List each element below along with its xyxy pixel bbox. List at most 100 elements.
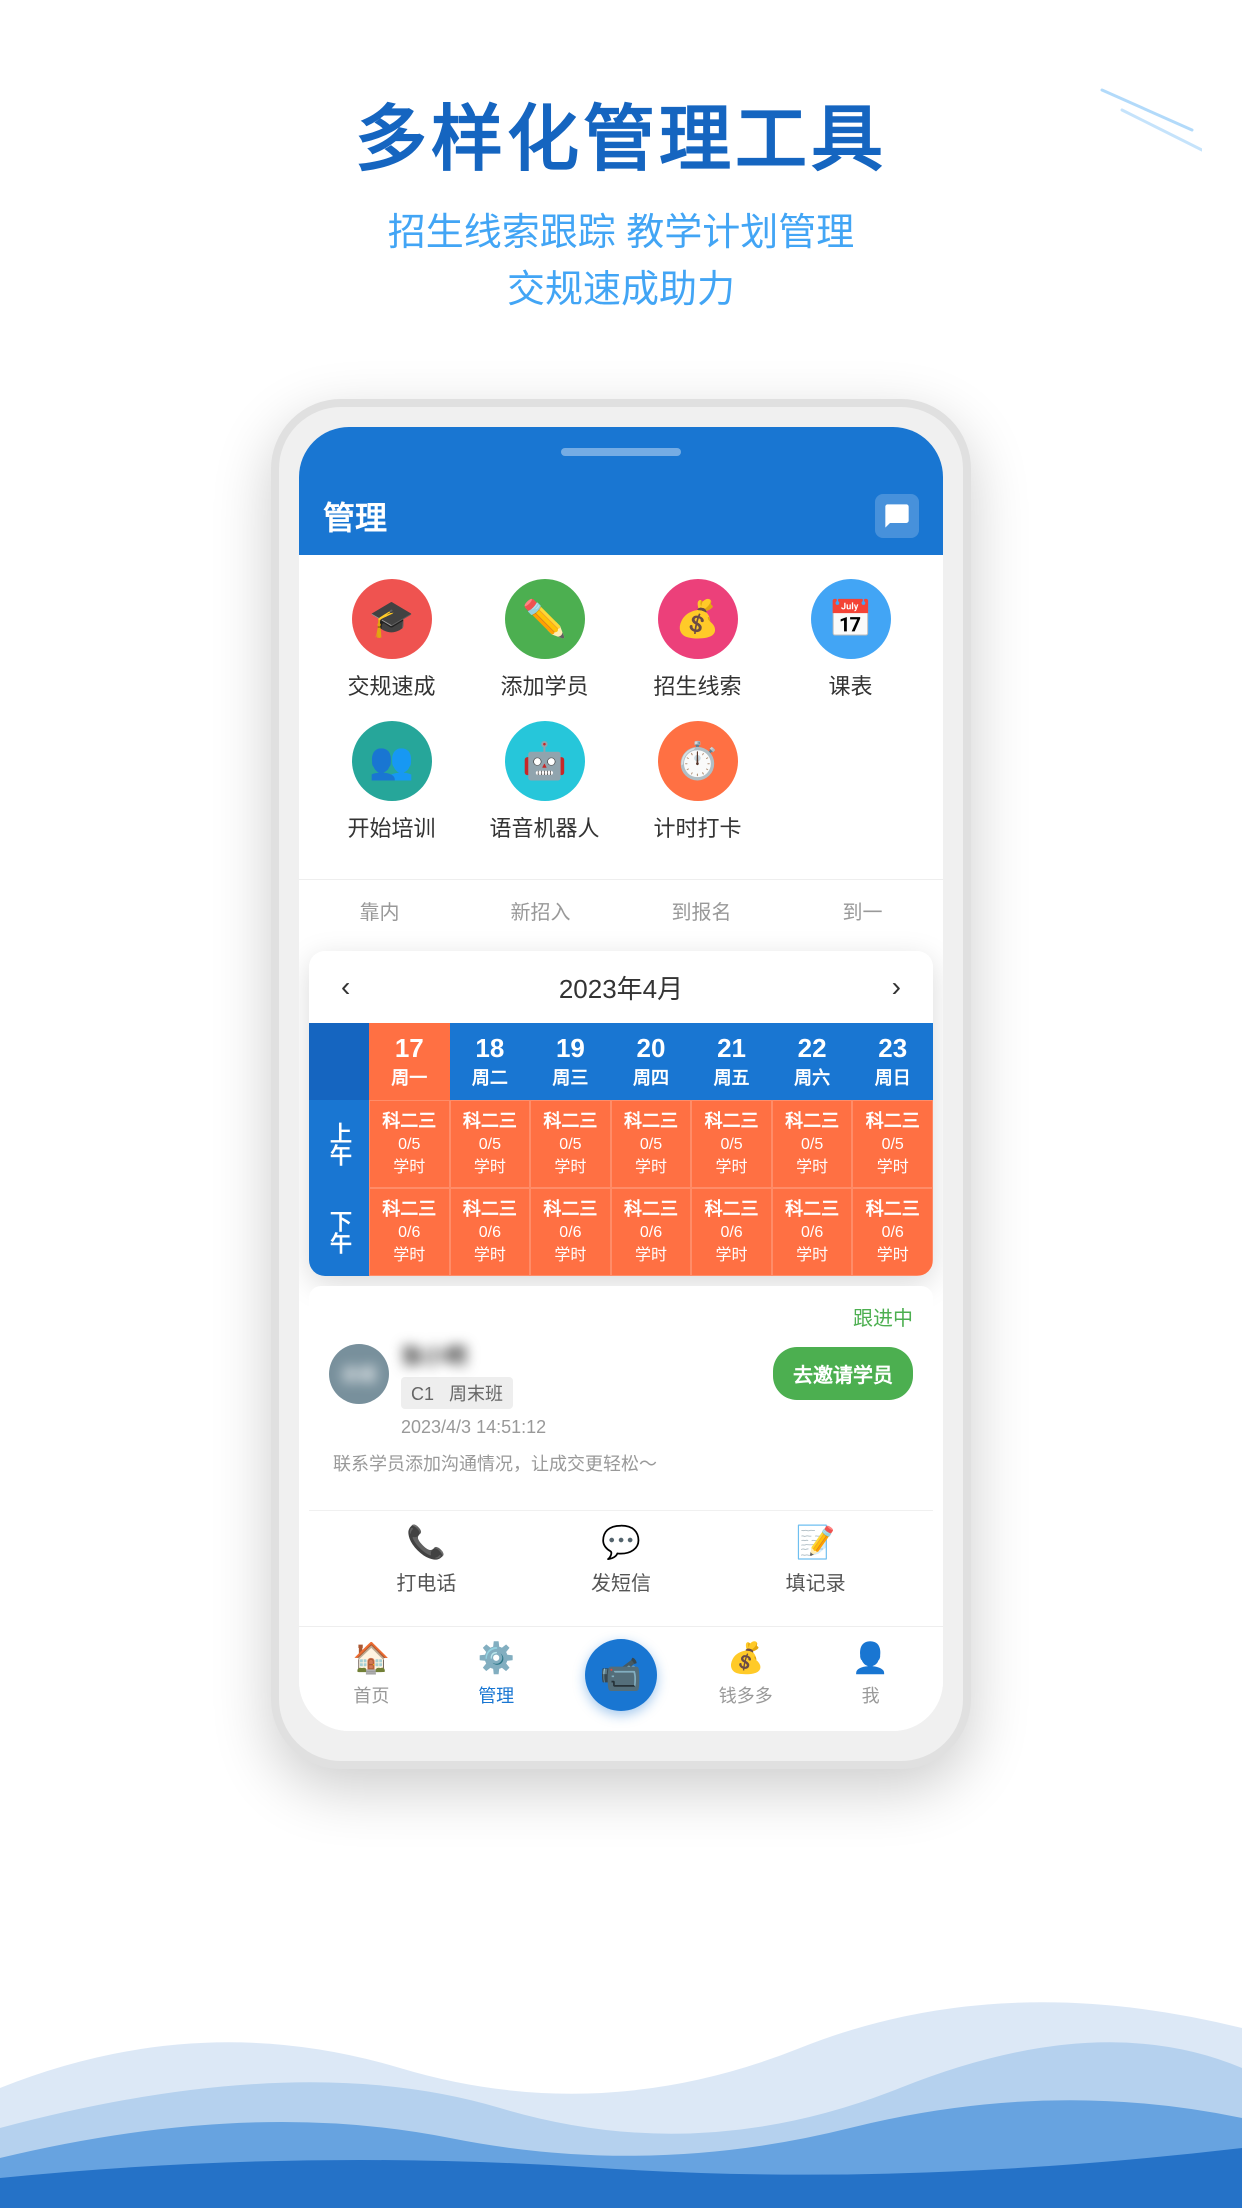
- nav-qianduoduo[interactable]: 💰 钱多多: [683, 1641, 808, 1708]
- tab-daobaoming[interactable]: 到报名: [621, 888, 782, 933]
- cal-cell-pm-sat[interactable]: 科二三0/6学时: [772, 1188, 853, 1276]
- cal-cell-am-tue[interactable]: 科二三0/5学时: [450, 1100, 531, 1188]
- message-icon: [883, 502, 911, 530]
- morning-label: 上午: [309, 1100, 369, 1188]
- calendar-header-row: 17 周一 18 周二 19 周三 20 周四: [309, 1023, 933, 1100]
- app-header-title: 管理: [323, 493, 387, 539]
- action-label-recruit: 招生线索: [653, 669, 741, 701]
- action-schedule[interactable]: 📅 课表: [791, 579, 911, 701]
- person-icon: 👤: [852, 1641, 889, 1676]
- phone-icon: 📞: [406, 1523, 446, 1561]
- cal-col-21: 21 周五: [691, 1023, 772, 1100]
- camera-button[interactable]: 📹: [585, 1639, 657, 1711]
- message-icon: 💬: [601, 1523, 641, 1561]
- nav-qianduoduo-label: 钱多多: [719, 1682, 773, 1708]
- calendar-grid: 17 周一 18 周二 19 周三 20 周四: [309, 1023, 933, 1276]
- quick-actions-grid: 🎓 交规速成 ✏️ 添加学员 💰 招生线索 📅 课表: [299, 555, 943, 879]
- cal-col-22: 22 周六: [772, 1023, 853, 1100]
- cal-col-17: 17 周一: [369, 1023, 450, 1100]
- action-label-checkin: 计时打卡: [653, 811, 741, 843]
- cal-cell-am-mon[interactable]: 科二三0/5学时: [369, 1100, 450, 1188]
- action-icon-addstudent: ✏️: [505, 579, 585, 659]
- sms-button[interactable]: 💬 发短信: [591, 1523, 651, 1596]
- cal-col-empty: [309, 1023, 369, 1100]
- home-icon: 🏠: [353, 1641, 390, 1676]
- app-header: 管理: [299, 477, 943, 555]
- phone-mockup: 管理 🎓 交规速成 ✏️ 添加学员: [271, 399, 971, 1769]
- cal-cell-pm-wed[interactable]: 科二三0/6学时: [530, 1188, 611, 1276]
- avatar-text: 去班: [341, 1361, 377, 1387]
- action-addstudent[interactable]: ✏️ 添加学员: [485, 579, 605, 701]
- cal-col-20: 20 周四: [611, 1023, 692, 1100]
- camera-icon: 📹: [600, 1655, 642, 1695]
- actions-row-2: 👥 开始培训 🤖 语音机器人 ⏱️ 计时打卡: [315, 721, 927, 843]
- record-icon: 📝: [796, 1523, 836, 1561]
- lead-name-class: 张小明 C1 周末班: [401, 1339, 513, 1409]
- action-label-addstudent: 添加学员: [500, 669, 588, 701]
- cal-cell-pm-tue[interactable]: 科二三0/6学时: [450, 1188, 531, 1276]
- action-label-training: 开始培训: [347, 811, 435, 843]
- chat-icon-button[interactable]: [875, 494, 919, 538]
- action-label-jiaoguisucheng: 交规速成: [347, 669, 435, 701]
- action-jiaoguisucheng[interactable]: 🎓 交规速成: [332, 579, 452, 701]
- notch-bar: [561, 448, 681, 456]
- action-icon-robot: 🤖: [505, 721, 585, 801]
- tab-kaonei[interactable]: 靠内: [299, 888, 460, 933]
- cal-cell-am-wed[interactable]: 科二三0/5学时: [530, 1100, 611, 1188]
- nav-me-label: 我: [862, 1682, 880, 1708]
- lead-status: 跟进中: [329, 1302, 913, 1331]
- calendar-prev-button[interactable]: ‹: [329, 967, 362, 1007]
- record-label: 填记录: [786, 1567, 846, 1596]
- cal-cell-am-sun[interactable]: 科二三0/5学时: [852, 1100, 933, 1188]
- cal-col-19: 19 周三: [530, 1023, 611, 1100]
- nav-home-label: 首页: [353, 1682, 389, 1708]
- cal-col-23: 23 周日: [852, 1023, 933, 1100]
- nav-manage-label: 管理: [478, 1682, 514, 1708]
- lead-avatar: 去班: [329, 1344, 389, 1404]
- header-section: 多样化管理工具 招生线索跟踪 教学计划管理 交规速成助力: [0, 0, 1242, 359]
- cal-cell-pm-sun[interactable]: 科二三0/6学时: [852, 1188, 933, 1276]
- action-recruit-leads[interactable]: 💰 招生线索: [638, 579, 758, 701]
- nav-me[interactable]: 👤 我: [808, 1641, 933, 1708]
- tab-daoyige[interactable]: 到一: [782, 888, 943, 933]
- call-button[interactable]: 📞 打电话: [396, 1523, 456, 1596]
- nav-manage[interactable]: ⚙️ 管理: [434, 1641, 559, 1708]
- bottom-nav: 🏠 首页 ⚙️ 管理 📹 💰 钱多多 👤: [299, 1626, 943, 1731]
- action-icon-jiaoguisucheng: 🎓: [352, 579, 432, 659]
- action-icon-recruit: 💰: [658, 579, 738, 659]
- phone-frame: 管理 🎓 交规速成 ✏️ 添加学员: [271, 399, 971, 1769]
- cal-cell-am-sat[interactable]: 科二三0/5学时: [772, 1100, 853, 1188]
- cal-cell-pm-thu[interactable]: 科二三0/6学时: [611, 1188, 692, 1276]
- lead-tip: 联系学员添加沟通情况，让成交更轻松～: [329, 1450, 913, 1476]
- lead-time: 2023/4/3 14:51:12: [401, 1417, 913, 1438]
- action-checkin[interactable]: ⏱️ 计时打卡: [638, 721, 758, 843]
- cal-cell-pm-fri[interactable]: 科二三0/6学时: [691, 1188, 772, 1276]
- tab-row: 靠内 新招入 到报名 到一: [299, 879, 943, 941]
- main-title: 多样化管理工具: [40, 80, 1202, 185]
- lead-name: 张小明: [401, 1339, 513, 1371]
- lead-info-row: 去班 张小明 C1 周末班 去邀请学员: [329, 1339, 913, 1409]
- phone-screen: 管理 🎓 交规速成 ✏️ 添加学员: [299, 477, 943, 1731]
- cal-cell-am-thu[interactable]: 科二三0/5学时: [611, 1100, 692, 1188]
- cal-cell-am-fri[interactable]: 科二三0/5学时: [691, 1100, 772, 1188]
- calendar-morning-row: 上午 科二三0/5学时 科二三0/5学时 科二三0/5学时 科二三0/5学时 科…: [309, 1100, 933, 1188]
- action-start-training[interactable]: 👥 开始培训: [332, 721, 452, 843]
- actions-row-1: 🎓 交规速成 ✏️ 添加学员 💰 招生线索 📅 课表: [315, 579, 927, 701]
- nav-home[interactable]: 🏠 首页: [309, 1641, 434, 1708]
- invite-student-button[interactable]: 去邀请学员: [773, 1347, 913, 1400]
- lead-class-badge: C1 周末班: [401, 1377, 513, 1409]
- call-label: 打电话: [396, 1567, 456, 1596]
- action-buttons-row: 📞 打电话 💬 发短信 📝 填记录: [309, 1510, 933, 1616]
- tab-xinzhaoru[interactable]: 新招入: [460, 888, 621, 933]
- action-voice-robot[interactable]: 🤖 语音机器人: [485, 721, 605, 843]
- nav-camera[interactable]: 📹: [559, 1639, 684, 1711]
- cal-col-18: 18 周二: [450, 1023, 531, 1100]
- sms-label: 发短信: [591, 1567, 651, 1596]
- calendar-overlay: ‹ 2023年4月 › 17 周一 18 周二: [309, 951, 933, 1276]
- cal-cell-pm-mon[interactable]: 科二三0/6学时: [369, 1188, 450, 1276]
- sub-title: 招生线索跟踪 教学计划管理 交规速成助力: [40, 205, 1202, 319]
- calendar-next-button[interactable]: ›: [880, 967, 913, 1007]
- action-label-robot: 语音机器人: [489, 811, 599, 843]
- record-button[interactable]: 📝 填记录: [786, 1523, 846, 1596]
- lead-avatar-name: 去班 张小明 C1 周末班: [329, 1339, 513, 1409]
